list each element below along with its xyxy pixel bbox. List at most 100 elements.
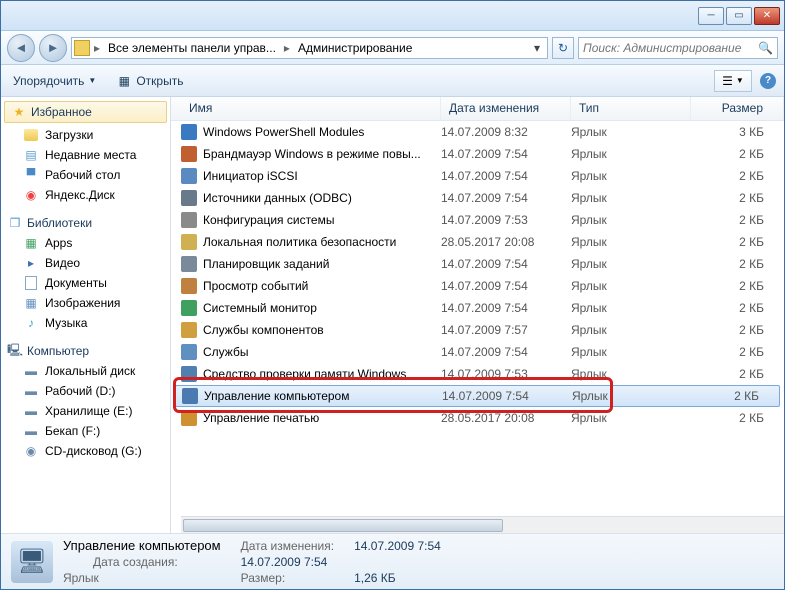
- file-row[interactable]: Средство проверки памяти Windows14.07.20…: [171, 363, 784, 385]
- sidebar-item[interactable]: ▀Рабочий стол: [1, 165, 170, 185]
- file-type: Ярлык: [571, 191, 691, 205]
- item-icon: ◉: [23, 443, 39, 459]
- file-icon: [181, 234, 197, 250]
- refresh-button[interactable]: ↻: [552, 37, 574, 59]
- file-row[interactable]: Системный монитор14.07.2009 7:54Ярлык2 К…: [171, 297, 784, 319]
- libraries-icon: ❐: [7, 215, 23, 231]
- sidebar-item[interactable]: ▦ Изображения: [1, 293, 170, 313]
- back-button[interactable]: ◄: [7, 34, 35, 62]
- item-icon: [23, 127, 39, 143]
- file-icon: [181, 212, 197, 228]
- item-icon: [23, 275, 39, 291]
- sidebar-item[interactable]: ▬Хранилище (E:): [1, 401, 170, 421]
- sidebar-favorites-header[interactable]: ★ Избранное: [4, 101, 167, 123]
- file-icon: [181, 190, 197, 206]
- file-row[interactable]: Инициатор iSCSI14.07.2009 7:54Ярлык2 КБ: [171, 165, 784, 187]
- star-icon: ★: [11, 104, 27, 120]
- sidebar-item[interactable]: ▦ Apps: [1, 233, 170, 253]
- search-box[interactable]: 🔍: [578, 37, 778, 59]
- column-type[interactable]: Тип: [571, 97, 691, 120]
- file-type: Ярлык: [571, 213, 691, 227]
- address-dropdown[interactable]: ▾: [529, 41, 545, 55]
- file-name: Службы компонентов: [203, 323, 324, 337]
- file-row[interactable]: Управление компьютером14.07.2009 7:54Ярл…: [175, 385, 780, 407]
- file-size: 2 КБ: [691, 147, 784, 161]
- file-name: Конфигурация системы: [203, 213, 334, 227]
- file-type: Ярлык: [571, 301, 691, 315]
- sidebar-header-label: Библиотеки: [27, 216, 92, 230]
- forward-button[interactable]: ►: [39, 34, 67, 62]
- maximize-button[interactable]: ▭: [726, 7, 752, 25]
- file-type: Ярлык: [571, 411, 691, 425]
- help-button[interactable]: ?: [760, 73, 776, 89]
- item-icon: ▬: [23, 383, 39, 399]
- search-input[interactable]: [583, 41, 754, 55]
- file-type: Ярлык: [571, 279, 691, 293]
- open-button[interactable]: ▦ Открыть: [112, 71, 187, 91]
- sidebar-libraries-header[interactable]: ❐ Библиотеки: [1, 213, 170, 233]
- file-size: 2 КБ: [691, 257, 784, 271]
- file-date: 14.07.2009 7:53: [441, 213, 571, 227]
- sidebar-item[interactable]: ◉Яндекс.Диск: [1, 185, 170, 205]
- file-rows: Windows PowerShell Modules14.07.2009 8:3…: [171, 121, 784, 516]
- item-icon: ▦: [23, 295, 39, 311]
- organize-button[interactable]: Упорядочить ▼: [9, 72, 100, 90]
- sidebar-item-label: Изображения: [45, 296, 120, 310]
- file-row[interactable]: Просмотр событий14.07.2009 7:54Ярлык2 КБ: [171, 275, 784, 297]
- file-date: 28.05.2017 20:08: [441, 411, 571, 425]
- address-bar[interactable]: ▸ Все элементы панели управ... ▸ Админис…: [71, 37, 548, 59]
- sidebar-item-label: Хранилище (E:): [45, 404, 132, 418]
- sidebar-item[interactable]: ▬Бекап (F:): [1, 421, 170, 441]
- file-icon: [181, 322, 197, 338]
- navigation-pane: ★ Избранное Загрузки▤Недавние места▀Рабо…: [1, 97, 171, 533]
- file-row[interactable]: Брандмауэр Windows в режиме повы...14.07…: [171, 143, 784, 165]
- sidebar-item[interactable]: ▤Недавние места: [1, 145, 170, 165]
- sidebar-item[interactable]: ▬Локальный диск: [1, 361, 170, 381]
- file-row[interactable]: Службы14.07.2009 7:54Ярлык2 КБ: [171, 341, 784, 363]
- details-created-value: 14.07.2009 7:54: [241, 555, 335, 569]
- column-date[interactable]: Дата изменения: [441, 97, 571, 120]
- file-row[interactable]: Управление печатью28.05.2017 20:08Ярлык2…: [171, 407, 784, 429]
- file-name: Средство проверки памяти Windows: [203, 367, 406, 381]
- sidebar-computer-header[interactable]: 🖳 Компьютер: [1, 341, 170, 361]
- chevron-down-icon: ▼: [88, 76, 96, 85]
- file-size: 2 КБ: [691, 323, 784, 337]
- column-name[interactable]: Имя: [181, 97, 441, 120]
- sidebar-item[interactable]: ◉CD-дисковод (G:): [1, 441, 170, 461]
- sidebar-item[interactable]: ♪Музыка: [1, 313, 170, 333]
- breadcrumb-segment[interactable]: Все элементы панели управ...: [104, 41, 280, 55]
- sidebar-item[interactable]: ▸Видео: [1, 253, 170, 273]
- breadcrumb-segment[interactable]: Администрирование: [294, 41, 416, 55]
- close-button[interactable]: ✕: [754, 7, 780, 25]
- minimize-button[interactable]: ─: [698, 7, 724, 25]
- sidebar-item[interactable]: ▬Рабочий (D:): [1, 381, 170, 401]
- file-row[interactable]: Windows PowerShell Modules14.07.2009 8:3…: [171, 121, 784, 143]
- file-row[interactable]: Конфигурация системы 14.07.2009 7:53Ярлык…: [171, 209, 784, 231]
- details-mod-value: 14.07.2009 7:54: [354, 539, 441, 553]
- sidebar-item[interactable]: Загрузки: [1, 125, 170, 145]
- file-type: Ярлык: [571, 367, 691, 381]
- file-date: 14.07.2009 7:54: [441, 147, 571, 161]
- sidebar-item-label: Apps: [45, 236, 72, 250]
- file-date: 14.07.2009 7:54: [441, 301, 571, 315]
- item-icon: ▸: [23, 255, 39, 271]
- explorer-window: ─ ▭ ✕ ◄ ► ▸ Все элементы панели управ...…: [0, 0, 785, 590]
- file-name: Управление печатью: [203, 411, 319, 425]
- file-date: 14.07.2009 7:54: [442, 389, 572, 403]
- column-size[interactable]: Размер: [691, 97, 784, 120]
- file-row[interactable]: Источники данных (ODBC)14.07.2009 7:54Яр…: [171, 187, 784, 209]
- sidebar-header-label: Компьютер: [27, 344, 89, 358]
- item-icon: ▦: [23, 235, 39, 251]
- file-row[interactable]: Службы компонентов14.07.2009 7:57Ярлык2 …: [171, 319, 784, 341]
- open-label: Открыть: [136, 74, 183, 88]
- sidebar-item[interactable]: Документы: [1, 273, 170, 293]
- file-row[interactable]: Локальная политика безопасности28.05.201…: [171, 231, 784, 253]
- horizontal-scrollbar[interactable]: [181, 516, 784, 533]
- file-row[interactable]: Планировщик заданий14.07.2009 7:54Ярлык2…: [171, 253, 784, 275]
- file-date: 14.07.2009 7:57: [441, 323, 571, 337]
- details-title: Управление компьютером: [63, 538, 221, 553]
- scrollbar-thumb[interactable]: [183, 519, 503, 532]
- sidebar-item-label: Рабочий стол: [45, 168, 120, 182]
- view-options-button[interactable]: ☰▼: [714, 70, 752, 92]
- file-type: Ярлык: [571, 125, 691, 139]
